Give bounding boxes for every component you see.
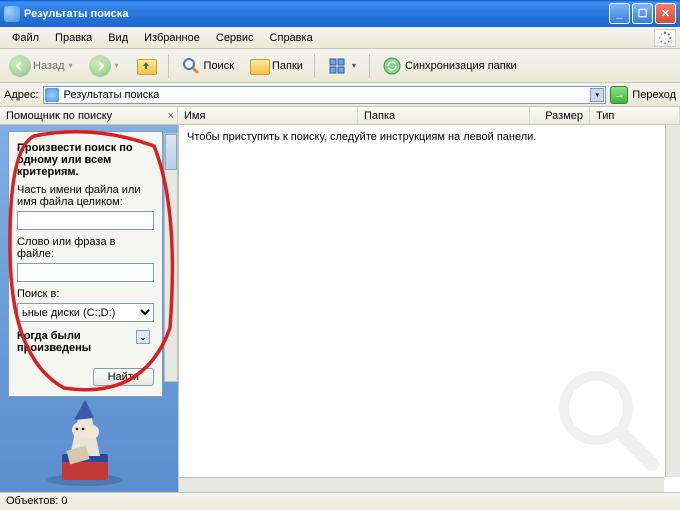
up-folder-icon (135, 55, 157, 77)
status-text: Объектов: 0 (6, 495, 68, 507)
filename-input[interactable] (17, 211, 154, 230)
filename-label: Часть имени файла или имя файла целиком: (17, 184, 154, 208)
main-area: Произвести поиск по одному или всем крит… (0, 125, 680, 492)
views-icon (326, 55, 348, 77)
address-dropdown[interactable]: ▾ (590, 88, 604, 102)
back-dropdown[interactable]: ▾ (67, 55, 75, 77)
menu-bar: Файл Правка Вид Избранное Сервис Справка (0, 27, 680, 49)
col-size[interactable]: Размер (530, 107, 590, 124)
back-button[interactable]: Назад ▾ (4, 52, 80, 80)
menu-file[interactable]: Файл (4, 29, 47, 47)
sync-icon (381, 55, 403, 77)
go-label: Переход (632, 89, 676, 101)
column-headers: Помощник по поиску × Имя Папка Размер Ти… (0, 107, 680, 125)
search-button[interactable]: Поиск (175, 52, 239, 80)
search-find-button[interactable]: Найти (93, 368, 154, 386)
magnifier-watermark-icon (554, 366, 664, 476)
views-dropdown[interactable]: ▾ (350, 55, 358, 77)
app-icon (4, 6, 20, 22)
address-icon (45, 88, 59, 102)
phrase-label: Слово или фраза в файле: (17, 236, 154, 260)
menu-tools[interactable]: Сервис (208, 29, 262, 47)
close-button[interactable]: ✕ (655, 3, 676, 24)
col-folder[interactable]: Папка (358, 107, 530, 124)
search-panel: Произвести поиск по одному или всем крит… (8, 131, 163, 397)
panel-scrollbar[interactable] (164, 133, 178, 382)
menu-edit[interactable]: Правка (47, 29, 100, 47)
close-pane-icon[interactable]: × (168, 110, 174, 122)
col-name[interactable]: Имя (178, 107, 358, 124)
sync-button[interactable]: Синхронизация папки (376, 52, 522, 80)
maximize-button[interactable]: ☐ (632, 3, 653, 24)
forward-button[interactable]: ▾ (84, 52, 126, 80)
forward-icon (89, 55, 111, 77)
results-area: Чтобы приступить к поиску, следуйте инст… (178, 125, 680, 492)
col-helper[interactable]: Помощник по поиску × (0, 107, 178, 124)
go-button[interactable]: → (610, 86, 628, 104)
minimize-button[interactable]: _ (609, 3, 630, 24)
wizard-character-icon (20, 388, 150, 488)
content-vscrollbar[interactable] (665, 125, 680, 477)
views-button[interactable]: ▾ (321, 52, 363, 80)
folders-icon (248, 55, 270, 77)
address-bar: Адрес: ▾ → Переход (0, 83, 680, 107)
menu-help[interactable]: Справка (262, 29, 321, 47)
status-bar: Объектов: 0 (0, 492, 680, 510)
search-icon (180, 55, 202, 77)
back-icon (9, 55, 31, 77)
expand-when-icon[interactable]: ⌄ (136, 330, 150, 344)
address-input[interactable] (43, 86, 607, 104)
when-section: Когда были произведены ⌄ (17, 330, 154, 354)
throbber-icon (654, 29, 676, 47)
toolbar: Назад ▾ ▾ Поиск Папки ▾ Синхронизация па… (0, 49, 680, 83)
forward-dropdown[interactable]: ▾ (113, 55, 121, 77)
menu-view[interactable]: Вид (100, 29, 136, 47)
folders-button[interactable]: Папки (243, 52, 308, 80)
phrase-input[interactable] (17, 263, 154, 282)
instruction-text: Чтобы приступить к поиску, следуйте инст… (179, 125, 680, 149)
title-bar: Результаты поиска _ ☐ ✕ (0, 0, 680, 27)
lookin-select[interactable]: ьные диски (C:;D:) (17, 303, 154, 322)
search-companion-pane: Произвести поиск по одному или всем крит… (0, 125, 178, 492)
lookin-label: Поиск в: (17, 288, 154, 300)
up-button[interactable] (130, 52, 162, 80)
menu-favorites[interactable]: Избранное (136, 29, 208, 47)
col-type[interactable]: Тип (590, 107, 680, 124)
panel-heading: Произвести поиск по одному или всем крит… (17, 142, 154, 178)
content-hscrollbar[interactable] (179, 477, 664, 492)
window-title: Результаты поиска (24, 8, 128, 20)
address-label: Адрес: (4, 89, 39, 101)
